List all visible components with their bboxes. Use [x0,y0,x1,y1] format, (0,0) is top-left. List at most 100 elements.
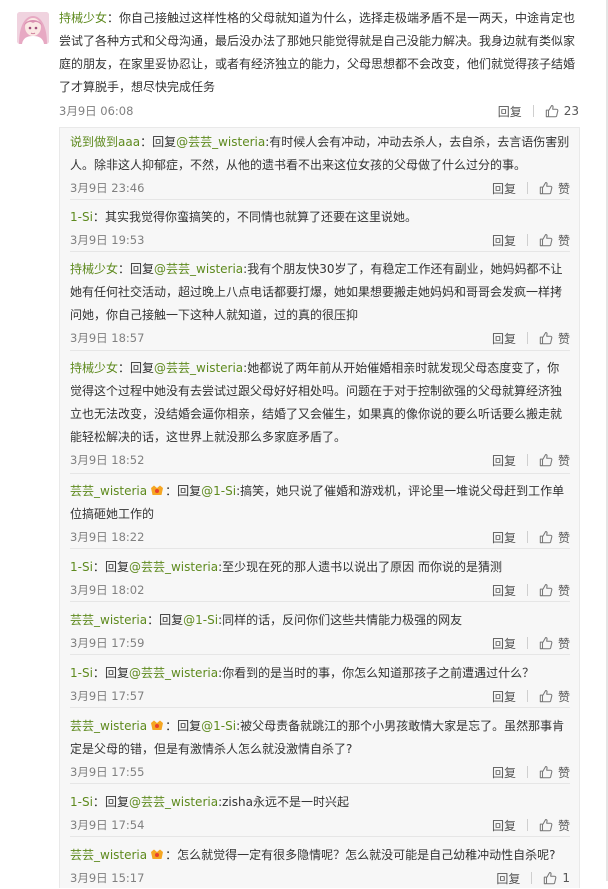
mention-link[interactable]: @1-Si [201,719,236,733]
reply-username[interactable]: 芸芸_wisteria [70,719,147,733]
reply-username[interactable]: 说到做到aaa [70,135,140,149]
reply-button[interactable]: 回复 [492,582,516,599]
reply-body: 怎么就觉得一定有很多隐情呢？怎么就没可能是自己幼稚冲动性自杀呢? [177,848,556,862]
mention-link[interactable]: @芸芸_wisteria [154,361,243,375]
thumbs-up-icon [539,454,553,467]
reply-prefix: 回复 [104,666,129,680]
vip-badge-icon [151,720,164,730]
mention-link[interactable]: @芸芸_wisteria [129,666,218,680]
reply-button[interactable]: 回复 [496,870,520,887]
mention-link[interactable]: @1-Si [201,484,236,498]
reply-item: 持械少女：回复@芸芸_wisteria:我有个朋友快30岁了，有稳定工作还有副业… [70,258,570,351]
thumbs-up-icon [539,182,553,195]
thumbs-up-icon [539,637,553,650]
username-separator: ： [92,210,105,224]
reply-username[interactable]: 1-Si [70,560,93,574]
comment-actions: 回复 23 [498,101,579,121]
thumbs-up-icon [539,584,553,597]
reply-text-block: 芸芸_wisteria ：回复@1-Si:被父母责备就跳江的那个小男孩敢情大家是忘… [70,715,570,761]
vip-badge-icon [151,485,164,495]
like-button[interactable]: 赞 [539,817,570,834]
reply-body: 至少现在死的那人遗书以说出了原因 而你说的是猜测 [222,560,502,574]
reply-username[interactable]: 持械少女 [70,361,118,375]
reply-text-block: 持械少女：回复@芸芸_wisteria:我有个朋友快30岁了，有稳定工作还有副业… [70,258,570,327]
reply-username[interactable]: 1-Si [70,666,93,680]
like-count: 1 [562,871,570,885]
comment-timestamp: 3月9日 06:08 [59,104,134,118]
reply-button[interactable]: 回复 [498,103,522,120]
like-button[interactable]: 赞 [539,764,570,781]
reply-timestamp: 3月9日 18:02 [70,583,145,597]
reply-item: 1-Si：回复@芸芸_wisteria:你看到的是当时的事，你怎么知道那孩子之前… [70,662,570,708]
like-button[interactable]: 1 [543,871,570,885]
reply-button[interactable]: 回复 [492,688,516,705]
thumbs-up-icon [545,105,559,118]
reply-button[interactable]: 回复 [492,529,516,546]
like-button[interactable]: 赞 [539,330,570,347]
mention-link[interactable]: @芸芸_wisteria [154,262,243,276]
action-divider [532,105,534,117]
like-button[interactable]: 赞 [539,180,570,197]
reply-item: 芸芸_wisteria ：回复@1-Si:被父母责备就跳江的那个小男孩敢情大家是忘… [70,715,570,784]
like-label: 赞 [557,636,570,651]
reply-username[interactable]: 芸芸_wisteria [70,613,147,627]
comment-body: 你自己接触过这样性格的父母就知道为什么，选择走极端矛盾不是一两天，中途肯定也尝试… [59,11,576,94]
reply-username[interactable]: 1-Si [70,210,93,224]
action-divider [526,332,528,344]
reply-timestamp: 3月9日 17:54 [70,818,145,832]
like-button[interactable]: 赞 [539,635,570,652]
like-button[interactable]: 23 [545,104,579,118]
reply-username[interactable]: 持械少女 [70,262,118,276]
anime-girl-avatar-icon [17,12,49,44]
reply-text-block: 1-Si：回复@芸芸_wisteria:zisha永远不是一时兴起 [70,791,570,814]
reply-prefix: 回复 [104,795,129,809]
reply-button[interactable]: 回复 [492,635,516,652]
reply-meta: 3月9日 18:52 回复 赞 [70,449,570,471]
like-button[interactable]: 赞 [539,452,570,469]
mention-link[interactable]: @芸芸_wisteria [176,135,265,149]
reply-text-block: 1-Si：其实我觉得你蛮搞笑的，不同情也就算了还要在这里说她。 [70,206,570,229]
reply-meta: 3月9日 19:53 回复 赞 [70,229,570,251]
mention-link[interactable]: @1-Si [183,613,218,627]
username-separator: ： [118,361,131,375]
comment-username[interactable]: 持械少女 [59,11,107,25]
mention-link[interactable]: @芸芸_wisteria [129,560,218,574]
action-divider [526,454,528,466]
reply-text-block: 说到做到aaa：回复@芸芸_wisteria:有时候人会有冲动，冲动去杀人，去自… [70,131,570,177]
action-divider [526,819,528,831]
reply-item: 芸芸_wisteria ：回复@1-Si:搞笑，她只说了催婚和游戏机，评论里一堆说… [70,480,570,549]
like-label: 赞 [557,583,570,598]
reply-timestamp: 3月9日 19:53 [70,233,145,247]
action-divider [526,584,528,596]
reply-prefix: 回复 [104,560,129,574]
mention-link[interactable]: @芸芸_wisteria [129,795,218,809]
avatar[interactable] [17,12,49,44]
username-separator: ： [118,262,131,276]
reply-button[interactable]: 回复 [492,232,516,249]
username-separator: ： [165,484,178,498]
like-label: 赞 [557,331,570,346]
like-button[interactable]: 赞 [539,529,570,546]
reply-username[interactable]: 1-Si [70,795,93,809]
reply-prefix: 回复 [159,613,184,627]
like-button[interactable]: 赞 [539,232,570,249]
like-button[interactable]: 赞 [539,582,570,599]
reply-item: 1-Si：回复@芸芸_wisteria:zisha永远不是一时兴起 3月9日 1… [70,791,570,837]
reply-timestamp: 3月9日 17:59 [70,636,145,650]
like-label: 赞 [557,233,570,248]
reply-prefix: 回复 [177,719,202,733]
reply-button[interactable]: 回复 [492,180,516,197]
reply-username[interactable]: 芸芸_wisteria [70,484,147,498]
reply-button[interactable]: 回复 [492,817,516,834]
like-button[interactable]: 赞 [539,688,570,705]
reply-button[interactable]: 回复 [492,452,516,469]
reply-actions: 回复 1 [496,868,570,888]
reply-username[interactable]: 芸芸_wisteria [70,848,147,862]
reply-button[interactable]: 回复 [492,330,516,347]
like-label: 赞 [557,689,570,704]
reply-timestamp: 3月9日 17:55 [70,765,145,779]
reply-meta: 3月9日 23:46 回复 赞 [70,177,570,199]
reply-button[interactable]: 回复 [492,764,516,781]
reply-actions: 回复 赞 [492,762,570,782]
thumbs-up-icon [539,234,553,247]
